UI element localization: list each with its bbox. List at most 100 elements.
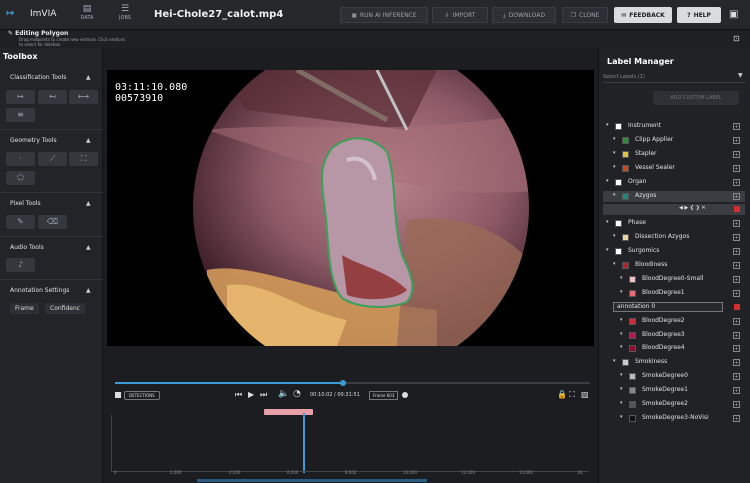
add-annotation-icon[interactable]: + [733,262,740,269]
add-annotation-icon[interactable]: + [733,414,740,422]
classify-tool-2[interactable]: ↤ [38,90,67,104]
label-item[interactable]: ▾ BloodDegree1 + [603,288,745,299]
audio-tools-heading[interactable]: Audio Tools [10,244,44,251]
skip-back-icon[interactable]: ⏮ [235,390,242,400]
add-annotation-icon[interactable]: + [733,234,740,242]
label-item[interactable]: ▾ Azygos + [603,190,745,202]
label-item[interactable]: ▾ BloodDegree2 + [603,316,745,327]
speed-icon[interactable]: ◔ [293,389,301,399]
label-color-swatch[interactable] [629,401,636,408]
label-item[interactable]: ▾ Smokiness + [603,357,745,368]
chevron-down-icon[interactable]: ▾ [606,247,609,253]
label-color-swatch[interactable] [622,150,629,158]
lock-icon[interactable]: 🔒 [557,390,567,399]
clone-button[interactable]: ❐ CLONE [562,7,608,23]
add-annotation-icon[interactable]: + [733,289,740,297]
chevron-down-icon[interactable]: ▾ [613,192,616,198]
panel-toggle-icon[interactable]: ⊡ [733,34,740,43]
timeline-playhead[interactable] [303,413,305,473]
annotation-segment[interactable] [264,409,313,415]
label-color-swatch[interactable] [629,373,636,381]
confidence-option[interactable]: Confidenc [45,303,86,314]
chevron-up-icon[interactable]: ▲ [86,287,91,294]
add-annotation-icon[interactable]: + [733,220,740,228]
skip-forward-icon[interactable]: ⏭ [260,390,267,400]
add-annotation-icon[interactable]: + [733,275,740,283]
chevron-down-icon[interactable]: ▼ [738,72,743,79]
add-annotation-icon[interactable]: + [733,248,740,256]
add-annotation-icon[interactable]: + [733,331,740,339]
fit-screen-icon[interactable]: ⛶ [569,390,575,400]
label-color-swatch[interactable] [622,262,629,269]
chevron-up-icon[interactable]: ▲ [86,200,91,207]
record-icon[interactable] [402,392,408,398]
label-color-swatch[interactable] [622,192,629,200]
chevron-down-icon[interactable]: ▾ [613,358,616,364]
save-icon[interactable]: ▣ [729,9,738,20]
chevron-down-icon[interactable]: ▾ [620,414,623,420]
chevron-up-icon[interactable]: ▲ [86,74,91,81]
label-item[interactable]: ▾ SmokeDegree3-NoVisi + [603,413,745,424]
delete-icon[interactable] [734,206,740,213]
download-button[interactable]: ⤓ DOWNLOAD [492,7,556,23]
select-labels-dropdown[interactable]: Select Labels (1) [603,72,745,83]
label-color-swatch[interactable] [629,331,636,339]
frame-input[interactable]: Frame 603 [369,391,399,400]
chevron-down-icon[interactable]: ▾ [613,261,616,267]
classification-tools-heading[interactable]: Classification Tools [10,74,66,81]
label-color-swatch[interactable] [622,359,629,367]
chevron-down-icon[interactable]: ▾ [620,372,623,378]
chevron-down-icon[interactable]: ▾ [620,386,623,392]
chevron-down-icon[interactable]: ▾ [620,400,623,406]
label-item[interactable]: ▾ Instrument + [603,121,745,132]
add-custom-label-button[interactable]: ADD CUSTOM LABEL [653,91,739,105]
label-color-swatch[interactable] [615,178,622,186]
select-icon[interactable] [115,392,121,398]
run-ai-inference-button[interactable]: ▣ RUN AI INFERENCE [340,7,428,23]
chevron-down-icon[interactable]: ▾ [613,136,616,142]
label-item[interactable]: ▾ BloodDegree4 + [603,343,745,354]
chevron-down-icon[interactable]: ▾ [606,219,609,225]
feedback-button[interactable]: ✉ FEEDBACK [614,7,672,23]
app-logo-icon[interactable]: ↦ [6,8,14,19]
label-color-swatch[interactable] [629,289,636,297]
add-annotation-icon[interactable]: + [733,317,740,325]
label-color-swatch[interactable] [629,345,636,353]
label-color-swatch[interactable] [622,234,629,242]
import-button[interactable]: ⇩ IMPORT [432,7,488,23]
audio-tool[interactable]: ♪ [6,258,35,272]
nav-tab-jobs[interactable]: ☰ JOBS [108,4,142,21]
label-item[interactable]: ▾ Dissection Azygos + [603,232,745,243]
video-viewport[interactable] [107,67,594,346]
label-item[interactable]: ▾ Organ + [603,177,745,188]
label-item[interactable]: ▾ BloodDegree0-Small + [603,274,745,285]
geometry-tools-heading[interactable]: Geometry Tools [10,137,57,144]
volume-icon[interactable]: 🔈 [278,389,289,399]
image-icon[interactable]: ▨ [581,390,589,399]
chevron-down-icon[interactable]: ▾ [620,344,623,350]
add-annotation-icon[interactable]: + [733,164,740,172]
frame-option[interactable]: Frame [10,303,39,314]
add-annotation-icon[interactable]: + [733,345,740,353]
label-color-swatch[interactable] [622,164,629,172]
help-button[interactable]: ? HELP [677,7,721,23]
label-instance-controls[interactable]: ◀ ▶ ❮ ❯ ✕ [603,204,745,216]
chevron-down-icon[interactable]: ▾ [606,122,609,128]
chevron-down-icon[interactable]: ▾ [620,289,623,295]
classify-tool-3[interactable]: ⟷ [69,90,98,104]
timeline-scroll-bar[interactable] [197,479,427,482]
chevron-down-icon[interactable]: ▾ [620,275,623,281]
pixel-tools-heading[interactable]: Pixel Tools [10,200,41,207]
chevron-up-icon[interactable]: ▲ [86,137,91,144]
classify-tool-1[interactable]: ↦ [6,90,35,104]
line-tool[interactable]: ⟋ [38,152,67,166]
chevron-down-icon[interactable]: ▾ [620,331,623,337]
polygon-tool[interactable]: ⬠ [6,171,35,185]
label-item[interactable]: ▾ Surgomics + [603,246,745,257]
surgical-video-frame[interactable] [107,67,594,346]
video-scrubber[interactable] [115,380,590,386]
add-annotation-icon[interactable]: + [733,178,740,186]
label-color-swatch[interactable] [615,220,622,228]
chevron-down-icon[interactable]: ▾ [613,150,616,156]
label-color-swatch[interactable] [615,248,622,256]
